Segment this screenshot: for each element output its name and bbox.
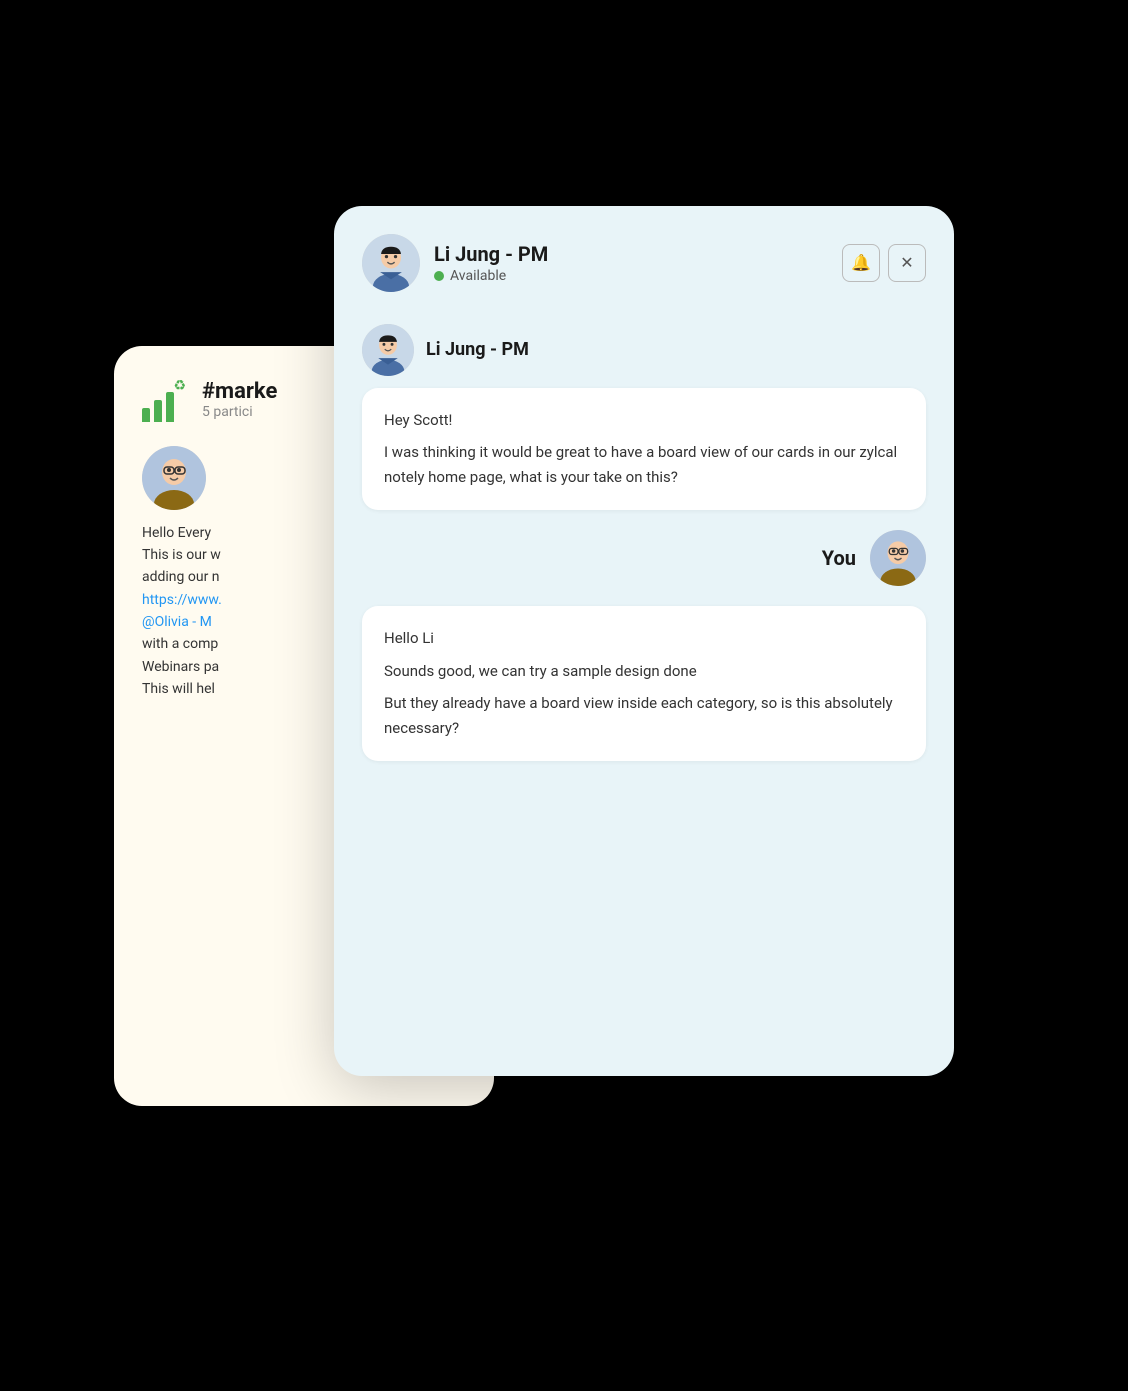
sent-message-block: Hello Li Sounds good, we can try a sampl… xyxy=(362,606,926,761)
status-text: Available xyxy=(450,268,506,284)
sender-row: Li Jung - PM xyxy=(362,324,926,376)
you-msg-line-1: Hello Li xyxy=(384,626,904,651)
message-section: Li Jung - PM Hey Scott! I was thinking i… xyxy=(362,324,926,761)
dm-card: Li Jung - PM Available 🔔 ✕ xyxy=(334,206,954,1076)
li-jung-avatar xyxy=(362,324,414,376)
li-jung-sender-name: Li Jung - PM xyxy=(426,339,529,360)
bar-1 xyxy=(142,408,150,422)
recycle-icon: ♻ xyxy=(173,378,186,394)
channel-participants: 5 partici xyxy=(202,404,277,420)
you-message-bubble: Hello Li Sounds good, we can try a sampl… xyxy=(362,606,926,761)
dm-header-avatar xyxy=(362,234,420,292)
dm-header-info: Li Jung - PM Available xyxy=(434,242,828,284)
close-button[interactable]: ✕ xyxy=(888,244,926,282)
you-label: You xyxy=(822,546,856,570)
you-row: You xyxy=(362,530,926,586)
channel-info: #marke 5 partici xyxy=(202,379,277,420)
msg-line-1: Hey Scott! xyxy=(384,408,904,433)
chart-icon: ♻ xyxy=(142,378,186,422)
scene: ♻ #marke 5 partici xyxy=(114,146,1014,1246)
dm-status: Available xyxy=(434,268,828,284)
you-msg-line-3: But they already have a board view insid… xyxy=(384,691,904,741)
dm-contact-name: Li Jung - PM xyxy=(434,242,828,266)
li-jung-message-bubble: Hey Scott! I was thinking it would be gr… xyxy=(362,388,926,510)
bell-icon: 🔔 xyxy=(851,253,871,273)
channel-sender-avatar xyxy=(142,446,206,510)
msg-line-2: I was thinking it would be great to have… xyxy=(384,440,904,490)
you-avatar xyxy=(870,530,926,586)
bar-2 xyxy=(154,400,162,422)
bar-3 xyxy=(166,392,174,422)
status-dot xyxy=(434,271,444,281)
dm-header-actions: 🔔 ✕ xyxy=(842,244,926,282)
dm-header: Li Jung - PM Available 🔔 ✕ xyxy=(362,234,926,292)
close-icon: ✕ xyxy=(900,253,913,273)
channel-name: #marke xyxy=(202,379,277,404)
bell-button[interactable]: 🔔 xyxy=(842,244,880,282)
received-message-block: Li Jung - PM Hey Scott! I was thinking i… xyxy=(362,324,926,510)
you-msg-line-2: Sounds good, we can try a sample design … xyxy=(384,659,904,684)
